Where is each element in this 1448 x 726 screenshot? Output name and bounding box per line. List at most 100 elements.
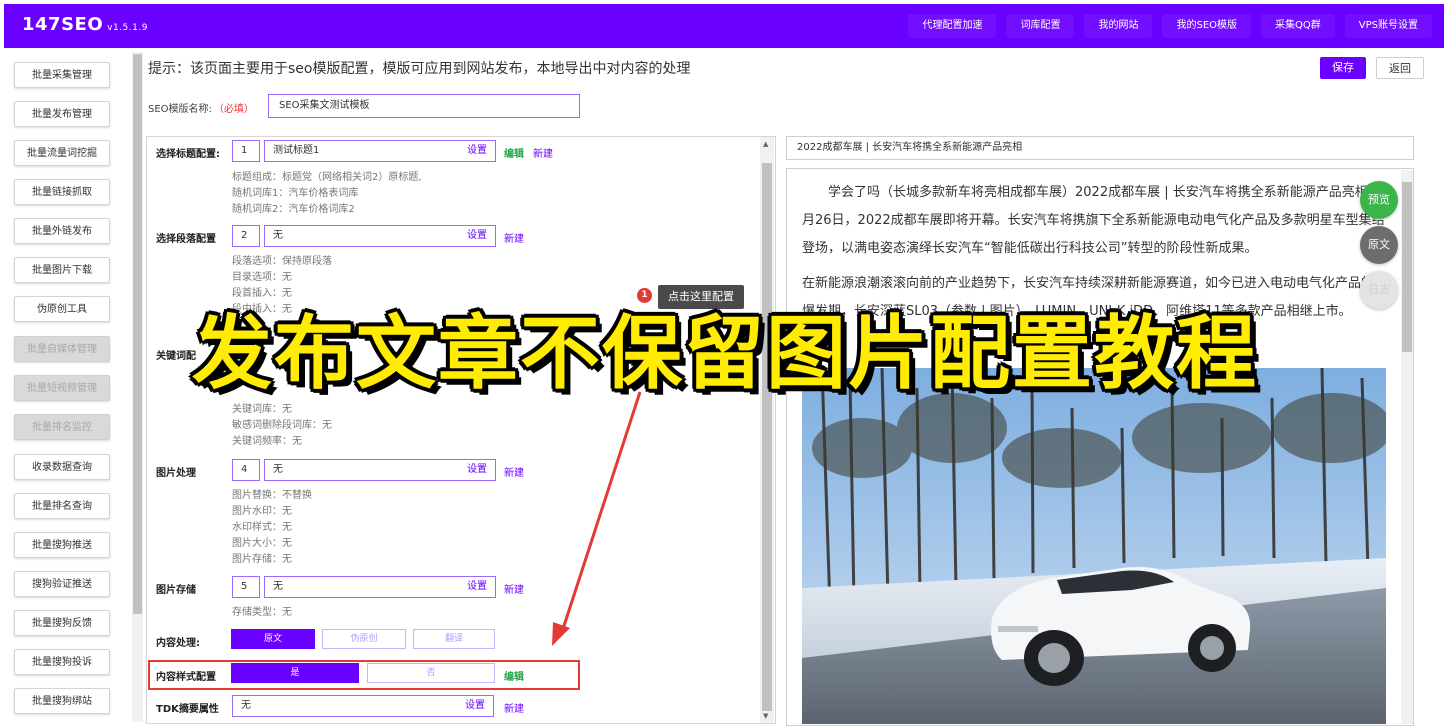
brand-name: 147SEO <box>22 14 104 35</box>
content-style-edit-link[interactable]: 编辑 <box>504 668 524 683</box>
sidebar-item[interactable]: 批量搜狗反馈 <box>14 610 110 636</box>
car-photo <box>802 368 1386 724</box>
sidebar-scrollbar[interactable] <box>132 52 143 722</box>
image-process-number[interactable]: 4 <box>232 459 260 481</box>
sidebar-item[interactable]: 搜狗验证推送 <box>14 571 110 597</box>
sidebar-item[interactable]: 批量图片下载 <box>14 257 110 283</box>
paragraph-config-set-link[interactable]: 设置 <box>467 226 487 246</box>
sidebar-item[interactable]: 批量采集管理 <box>14 62 110 88</box>
preview-car-image <box>802 368 1386 724</box>
image-process-new-link[interactable]: 新建 <box>504 464 524 479</box>
template-name-label: SEO模版名称: （必填） <box>148 100 254 115</box>
preview-scrollbar[interactable] <box>1401 170 1413 724</box>
config-scrollbar[interactable]: ▲ ▼ <box>760 137 774 723</box>
title-config-label: 选择标题配置: <box>156 149 220 160</box>
nav-vps-settings[interactable]: VPS账号设置 <box>1344 14 1432 38</box>
image-process-label: 图片处理 <box>156 468 196 479</box>
preview-paragraph: 学会了吗（长城多款新车将亮相成都车展）2022成都车展 | 长安汽车将携全系新能… <box>802 185 1385 256</box>
tdk-label: TDK摘要属性 <box>156 704 219 715</box>
keyword-config-detail: 关键词库：无 <box>232 404 292 415</box>
paragraph-config-new-link[interactable]: 新建 <box>504 230 524 245</box>
title-config-select[interactable]: 测试标题1 设置 <box>264 140 496 162</box>
image-process-set-link[interactable]: 设置 <box>467 460 487 480</box>
image-storage-number[interactable]: 5 <box>232 576 260 598</box>
scrollbar-thumb[interactable] <box>762 163 772 711</box>
image-process-detail: 图片存储：无 <box>232 554 292 565</box>
title-config-detail: 随机词库2：汽车价格词库2 <box>232 204 355 215</box>
image-storage-select[interactable]: 无 设置 <box>264 576 496 598</box>
content-style-no-button[interactable]: 否 <box>367 663 495 683</box>
sidebar-item[interactable]: 批量搜狗投诉 <box>14 649 110 675</box>
sidebar: 批量采集管理 批量发布管理 批量流量词挖掘 批量链接抓取 批量外链发布 批量图片… <box>4 58 130 726</box>
content-process-label: 内容处理: <box>156 638 200 649</box>
image-storage-new-link[interactable]: 新建 <box>504 581 524 596</box>
sidebar-item[interactable]: 批量流量词挖掘 <box>14 140 110 166</box>
sidebar-item-disabled: 批量短视频管理 <box>14 375 110 401</box>
content-style-yes-button[interactable]: 是 <box>231 663 359 683</box>
page-hint: 提示：该页面主要用于seo模版配置，模版可应用到网站发布，本地导出中对内容的处理 <box>148 61 691 77</box>
image-process-detail: 图片大小：无 <box>232 538 292 549</box>
top-nav: 代理配置加速 词库配置 我的网站 我的SEO模版 采集QQ群 VPS账号设置 <box>908 14 1432 38</box>
content-process-translate-button[interactable]: 翻译 <box>413 629 495 649</box>
sidebar-item[interactable]: 批量外链发布 <box>14 218 110 244</box>
required-mark: （必填） <box>213 104 254 115</box>
scroll-down-icon[interactable]: ▼ <box>763 712 768 720</box>
title-config-new-link[interactable]: 新建 <box>533 145 553 160</box>
top-bar: 147SEO v1.5.1.9 代理配置加速 词库配置 我的网站 我的SEO模版 … <box>4 4 1444 48</box>
sidebar-item[interactable]: 批量搜狗绑站 <box>14 688 110 714</box>
sidebar-item[interactable]: 批量发布管理 <box>14 101 110 127</box>
tdk-new-link[interactable]: 新建 <box>504 700 524 715</box>
app-version: v1.5.1.9 <box>107 23 148 33</box>
template-name-input[interactable]: SEO采集文测试模板 <box>268 94 580 118</box>
keyword-config-detail: 敏感词删除段词库：无 <box>232 420 332 431</box>
image-storage-value: 无 <box>273 581 283 592</box>
original-button[interactable]: 原文 <box>1360 226 1398 264</box>
save-button[interactable]: 保存 <box>1320 57 1366 79</box>
paragraph-config-label: 选择段落配置 <box>156 234 216 245</box>
title-config-detail: 标题组成：标题党（网络相关词2）原标题, <box>232 172 422 183</box>
app-brand: 147SEO v1.5.1.9 <box>22 14 148 35</box>
sidebar-item[interactable]: 收录数据查询 <box>14 454 110 480</box>
nav-my-sites[interactable]: 我的网站 <box>1084 14 1153 38</box>
scrollbar-thumb[interactable] <box>1402 182 1412 352</box>
image-storage-set-link[interactable]: 设置 <box>467 577 487 597</box>
image-process-value: 无 <box>273 464 283 475</box>
paragraph-config-value: 无 <box>273 230 283 241</box>
title-config-detail: 随机词库1：汽车价格表词库 <box>232 188 359 199</box>
sidebar-item-disabled: 批量自媒体管理 <box>14 336 110 362</box>
content-style-label: 内容样式配置 <box>156 672 216 683</box>
sidebar-item[interactable]: 批量链接抓取 <box>14 179 110 205</box>
image-process-select[interactable]: 无 设置 <box>264 459 496 481</box>
template-name-label-text: SEO模版名称: <box>148 104 212 115</box>
content-process-rewrite-button[interactable]: 伪原创 <box>322 629 406 649</box>
image-process-detail: 水印样式：无 <box>232 522 292 533</box>
keyword-config-label: 关键词配 <box>156 351 196 362</box>
back-button[interactable]: 返回 <box>1376 57 1424 79</box>
sidebar-item[interactable]: 批量搜狗推送 <box>14 532 110 558</box>
sidebar-item[interactable]: 伪原创工具 <box>14 296 110 322</box>
tdk-set-link[interactable]: 设置 <box>465 696 485 716</box>
tdk-select[interactable]: 无 设置 <box>232 695 494 717</box>
scrollbar-thumb[interactable] <box>133 54 142 614</box>
nav-wordlib-config[interactable]: 词库配置 <box>1006 14 1075 38</box>
paragraph-config-number[interactable]: 2 <box>232 225 260 247</box>
tdk-value: 无 <box>241 700 251 711</box>
log-button[interactable]: 日志 <box>1360 271 1398 309</box>
preview-button[interactable]: 预览 <box>1360 181 1398 219</box>
image-process-detail: 图片替换：不替换 <box>232 490 312 501</box>
content-process-original-button[interactable]: 原文 <box>231 629 315 649</box>
paragraph-config-select[interactable]: 无 设置 <box>264 225 496 247</box>
title-config-number[interactable]: 1 <box>232 140 260 162</box>
nav-qq-group[interactable]: 采集QQ群 <box>1261 14 1335 38</box>
image-storage-detail: 存储类型：无 <box>232 607 292 618</box>
sidebar-item[interactable]: 批量排名查询 <box>14 493 110 519</box>
overlay-title: 发布文章不保留图片配置教程 <box>192 307 1258 400</box>
paragraph-config-detail: 段首插入：无 <box>232 288 292 299</box>
nav-my-seo-templates[interactable]: 我的SEO模版 <box>1162 14 1252 38</box>
scroll-up-icon[interactable]: ▲ <box>763 140 768 148</box>
title-config-set-link[interactable]: 设置 <box>467 141 487 161</box>
nav-proxy-config[interactable]: 代理配置加速 <box>908 14 997 38</box>
title-config-edit-link[interactable]: 编辑 <box>504 145 524 160</box>
title-config-value: 测试标题1 <box>273 145 320 156</box>
sidebar-item-disabled: 批量排名监控 <box>14 414 110 440</box>
